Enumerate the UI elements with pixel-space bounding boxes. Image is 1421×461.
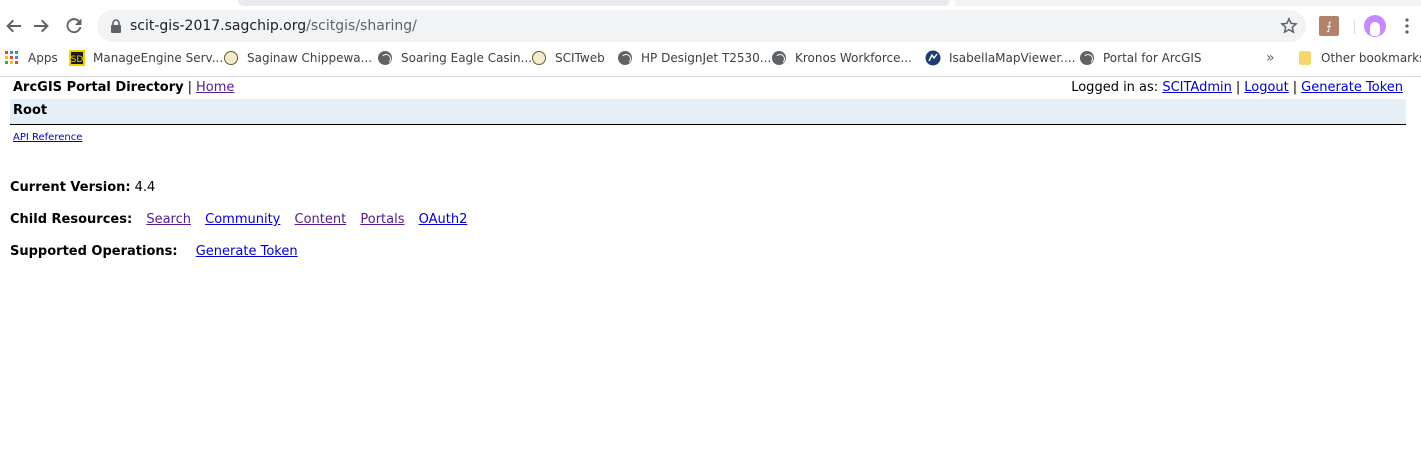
page-header: ArcGIS Portal Directory | Home Logged in a…: [13, 80, 1405, 98]
logout-link[interactable]: Logout: [1244, 80, 1289, 95]
bookmarks-bar: Apps SD ManageEngine Serv... Saginaw Chi…: [0, 44, 1421, 72]
toolbar-divider: [1354, 20, 1355, 34]
child-resource-oauth2[interactable]: OAuth2: [419, 212, 468, 227]
separator: |: [187, 80, 193, 95]
header-right: Logged in as: SCITAdmin | Logout | Generate …: [1071, 80, 1403, 95]
child-resource-search[interactable]: Search: [146, 212, 191, 227]
star-icon[interactable]: [1280, 17, 1298, 35]
pdf-glyph: ⨍: [1326, 19, 1332, 33]
address-bar[interactable]: scit-gis-2017.sagchip.org/scitgis/sharin…: [97, 10, 1306, 42]
bookmark-label: Saginaw Chippewa...: [247, 51, 373, 65]
globe-icon: [377, 50, 393, 66]
inactive-tab-edge: [955, 0, 1421, 6]
reload-button[interactable]: [60, 12, 88, 40]
page-title: ArcGIS Portal Directory: [13, 80, 184, 95]
bookmark-label: HP DesignJet T2530...: [641, 51, 772, 65]
bookmark-hp-designjet[interactable]: HP DesignJet T2530...: [617, 49, 771, 67]
bookmark-label: Portal for ArcGIS: [1103, 51, 1202, 65]
api-reference-link[interactable]: API Reference: [13, 132, 82, 143]
bookmarks-overflow-chevron[interactable]: »: [1266, 50, 1275, 66]
operation-generate-token[interactable]: Generate Token: [196, 244, 298, 259]
folder-icon: [1297, 50, 1313, 66]
child-resource-content[interactable]: Content: [295, 212, 347, 227]
more-vert-icon[interactable]: [1397, 16, 1417, 36]
globe-icon: [1079, 50, 1095, 66]
bookmark-label: Soaring Eagle Casin...: [401, 51, 533, 65]
bookmark-label: IsabellaMapViewer....: [949, 51, 1076, 65]
url-path: /scitgis/sharing/: [306, 18, 417, 34]
portal-directory-page: ArcGIS Portal Directory | Home Logged in a…: [0, 77, 1421, 461]
child-resources-row: Child Resources: Search Community Conten…: [10, 212, 477, 227]
pdf-extension-icon[interactable]: ⨍: [1319, 16, 1339, 36]
url-text: scit-gis-2017.sagchip.org/scitgis/sharin…: [130, 17, 417, 35]
arrow-right-icon: [34, 19, 49, 33]
bookmark-isabella-map-viewer[interactable]: IsabellaMapViewer....: [925, 49, 1075, 67]
user-link[interactable]: SCITAdmin: [1162, 80, 1232, 95]
arrow-left-icon: [6, 19, 21, 33]
bookmark-kronos[interactable]: Kronos Workforce...: [771, 49, 912, 67]
current-version-label: Current Version:: [10, 180, 131, 195]
bookmark-scitweb[interactable]: SCITweb: [531, 49, 605, 67]
back-button[interactable]: [0, 12, 28, 40]
breadcrumb-root: Root: [13, 103, 48, 118]
bookmark-label: Apps: [28, 51, 58, 65]
other-bookmarks-label: Other bookmarks: [1321, 51, 1421, 65]
seal-icon: [531, 50, 547, 66]
home-link[interactable]: Home: [196, 80, 234, 95]
child-resources-label: Child Resources:: [10, 212, 133, 227]
bookmark-soaring-eagle[interactable]: Soaring Eagle Casin...: [377, 49, 532, 67]
seal-icon: [223, 50, 239, 66]
profile-avatar-icon[interactable]: [1364, 15, 1386, 37]
current-version-row: Current Version: 4.4: [10, 180, 155, 195]
lock-icon: [111, 19, 121, 33]
bookmark-label: SCITweb: [555, 51, 605, 65]
current-version-value: 4.4: [134, 180, 156, 195]
forward-button[interactable]: [27, 12, 55, 40]
url-host: scit-gis-2017.sagchip.org: [130, 18, 307, 34]
reload-icon: [66, 18, 82, 34]
active-tab-edge: [238, 0, 950, 6]
child-resource-community[interactable]: Community: [205, 212, 280, 227]
browser-toolbar: scit-gis-2017.sagchip.org/scitgis/sharin…: [0, 8, 1421, 44]
supported-operations-row: Supported Operations: Generate Token: [10, 244, 308, 259]
map-viewer-icon: [925, 50, 941, 66]
tab-strip: [0, 0, 1421, 8]
breadcrumb: Root: [10, 99, 1406, 125]
bookmark-manageengine[interactable]: SD ManageEngine Serv...: [69, 49, 223, 67]
bookmark-portal-for-arcgis[interactable]: Portal for ArcGIS: [1079, 49, 1202, 67]
logged-in-label: Logged in as:: [1071, 80, 1159, 95]
apps-grid-icon: [4, 50, 20, 66]
globe-icon: [617, 50, 633, 66]
supported-operations-label: Supported Operations:: [10, 244, 178, 259]
other-bookmarks[interactable]: Other bookmarks: [1297, 49, 1421, 67]
separator: |: [1292, 80, 1298, 95]
separator: |: [1235, 80, 1241, 95]
generate-token-link-top[interactable]: Generate Token: [1301, 80, 1403, 95]
globe-icon: [771, 50, 787, 66]
manageengine-icon: SD: [69, 50, 85, 66]
svg-text:SD: SD: [71, 55, 84, 65]
bookmark-apps[interactable]: Apps: [4, 49, 58, 67]
bookmark-label: ManageEngine Serv...: [93, 51, 224, 65]
header-left: ArcGIS Portal Directory | Home: [13, 80, 234, 95]
child-resource-portals[interactable]: Portals: [360, 212, 404, 227]
bookmark-label: Kronos Workforce...: [795, 51, 912, 65]
bookmark-saginaw-chippewa[interactable]: Saginaw Chippewa...: [223, 49, 372, 67]
